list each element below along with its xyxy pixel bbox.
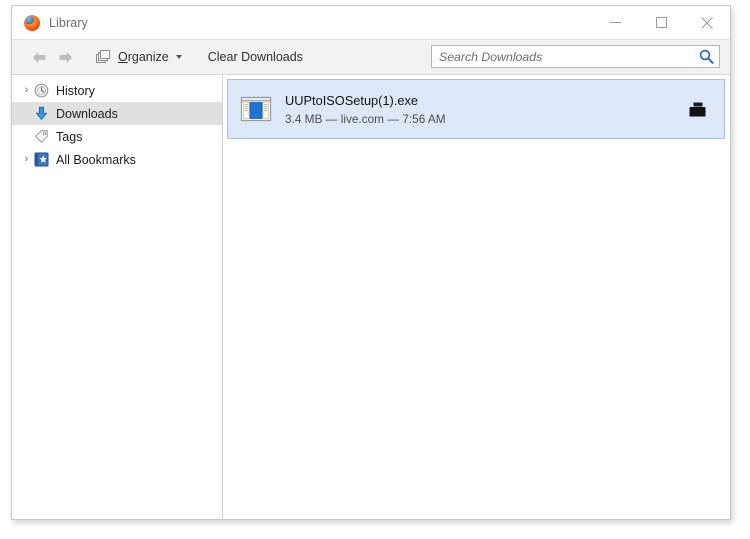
clear-downloads-button[interactable]: Clear Downloads [202, 47, 309, 67]
close-icon [701, 16, 713, 29]
open-containing-folder-button[interactable] [684, 96, 710, 122]
download-list-item[interactable]: UUPtoISOSetup(1).exe 3.4 MB — live.com —… [227, 79, 725, 139]
title-bar: Library [12, 6, 730, 39]
window-title: Library [49, 15, 88, 30]
forward-button[interactable] [52, 45, 78, 69]
organize-button[interactable]: Organize [90, 47, 188, 68]
download-file-name: UUPtoISOSetup(1).exe [285, 92, 419, 108]
organize-label-rest: rganize [127, 50, 169, 64]
tag-icon [33, 129, 49, 145]
sidebar-item-tags[interactable]: Tags [12, 125, 222, 148]
organize-label: Organize [118, 50, 169, 64]
sidebar-item-label: History [56, 83, 95, 98]
firefox-logo-icon [24, 14, 40, 31]
maximize-button[interactable] [638, 6, 684, 39]
downloads-arrow-icon [33, 106, 49, 122]
sidebar-item-history[interactable]: › History [12, 79, 222, 102]
search-magnifier-icon [699, 49, 714, 64]
title-bar-left: Library [12, 14, 88, 31]
maximize-icon [655, 17, 667, 28]
organize-accesskey: O [118, 50, 128, 64]
window-controls [592, 6, 730, 39]
toolbar: Organize Clear Downloads [12, 39, 730, 75]
library-window: Library Organize Clear Downloads Search … [11, 5, 731, 520]
forward-arrow-icon [59, 51, 72, 63]
bookmarks-star-icon [33, 152, 49, 168]
download-file-details: 3.4 MB — live.com — 7:56 AM [285, 111, 446, 126]
organize-windows-icon [96, 49, 110, 63]
search-input[interactable] [432, 46, 693, 67]
expand-chevron-icon[interactable]: › [20, 85, 33, 96]
sidebar-item-label: Downloads [56, 106, 118, 121]
executable-window-icon [240, 96, 272, 122]
back-arrow-icon [32, 51, 45, 63]
back-button[interactable] [26, 45, 52, 69]
downloads-list: UUPtoISOSetup(1).exe 3.4 MB — live.com —… [223, 75, 730, 519]
minimize-button[interactable] [592, 6, 638, 39]
sidebar-item-label: All Bookmarks [56, 152, 136, 167]
download-text-block: UUPtoISOSetup(1).exe 3.4 MB — live.com —… [285, 93, 684, 126]
search-box[interactable] [431, 45, 720, 68]
history-clock-icon [33, 83, 49, 99]
expand-chevron-icon[interactable]: › [20, 154, 33, 165]
minimize-icon [609, 22, 621, 23]
sidebar-item-all-bookmarks[interactable]: › All Bookmarks [12, 148, 222, 171]
close-button[interactable] [684, 6, 730, 39]
search-button[interactable] [693, 49, 719, 64]
sidebar: › History Downloads Tags › All Bookmarks [12, 75, 223, 519]
sidebar-item-label: Tags [56, 129, 83, 144]
chevron-down-icon [175, 55, 182, 59]
sidebar-item-downloads[interactable]: Downloads [12, 102, 222, 125]
window-body: › History Downloads Tags › All Bookmarks… [12, 75, 730, 519]
open-folder-icon [689, 102, 705, 116]
